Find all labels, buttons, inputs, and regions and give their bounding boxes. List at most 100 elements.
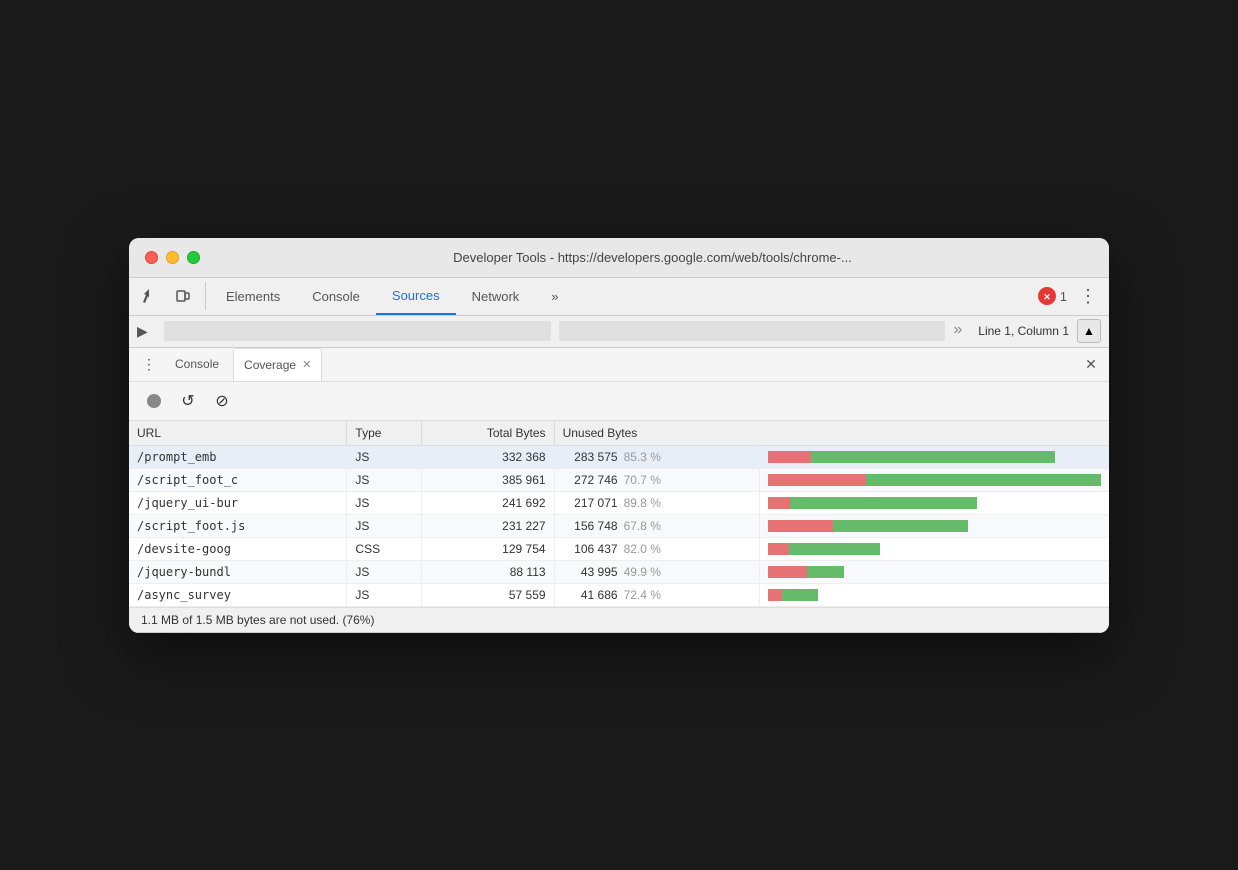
unused-bytes: 283 575 bbox=[563, 450, 618, 464]
unused-pct: 82.0 % bbox=[624, 542, 664, 556]
cell-type: JS bbox=[347, 514, 422, 537]
unused-bytes: 156 748 bbox=[563, 519, 618, 533]
unused-bytes: 106 437 bbox=[563, 542, 618, 556]
secondary-toolbar: ▶ » Line 1, Column 1 ▲ bbox=[129, 316, 1109, 348]
unused-pct: 89.8 % bbox=[624, 496, 664, 510]
coverage-table: URL Type Total Bytes Unused Bytes /promp… bbox=[129, 421, 1109, 607]
inspect-icon[interactable] bbox=[137, 282, 165, 310]
close-button[interactable] bbox=[145, 251, 158, 264]
cell-url: /async_survey bbox=[129, 583, 347, 606]
coverage-tab-close-icon[interactable]: ✕ bbox=[302, 358, 311, 371]
cell-type: JS bbox=[347, 468, 422, 491]
cell-total: 332 368 bbox=[422, 445, 554, 468]
cell-type: JS bbox=[347, 445, 422, 468]
tab-sources[interactable]: Sources bbox=[376, 278, 456, 315]
cell-total: 241 692 bbox=[422, 491, 554, 514]
format-icon[interactable]: ▲ bbox=[1077, 319, 1101, 343]
col-type: Type bbox=[347, 421, 422, 446]
panel-drawer: ⋮ Console Coverage ✕ ✕ ↺ ⊘ URL Type bbox=[129, 348, 1109, 633]
unused-pct: 67.8 % bbox=[624, 519, 664, 533]
title-bar: Developer Tools - https://developers.goo… bbox=[129, 238, 1109, 278]
cell-type: JS bbox=[347, 491, 422, 514]
unused-pct: 49.9 % bbox=[624, 565, 664, 579]
error-badge: ✕ bbox=[1038, 287, 1056, 305]
tab-elements[interactable]: Elements bbox=[210, 278, 296, 315]
minimize-button[interactable] bbox=[166, 251, 179, 264]
cell-bar bbox=[760, 468, 1109, 491]
cell-unused: 217 071 89.8 % bbox=[554, 491, 760, 514]
cell-unused: 106 437 82.0 % bbox=[554, 537, 760, 560]
cell-unused: 156 748 67.8 % bbox=[554, 514, 760, 537]
window-title: Developer Tools - https://developers.goo… bbox=[212, 250, 1093, 265]
col-url: URL bbox=[129, 421, 347, 446]
tab-console[interactable]: Console bbox=[296, 278, 376, 315]
secondary-more-icon[interactable]: » bbox=[953, 321, 962, 341]
table-row[interactable]: /script_foot.js JS 231 227 156 748 67.8 … bbox=[129, 514, 1109, 537]
cell-bar bbox=[760, 491, 1109, 514]
table-row[interactable]: /prompt_emb JS 332 368 283 575 85.3 % bbox=[129, 445, 1109, 468]
table-row[interactable]: /jquery-bundl JS 88 113 43 995 49.9 % bbox=[129, 560, 1109, 583]
unused-pct: 85.3 % bbox=[624, 450, 664, 464]
toolbar-right: ✕ 1 ⋮ bbox=[1038, 282, 1101, 311]
cell-unused: 43 995 49.9 % bbox=[554, 560, 760, 583]
cell-bar bbox=[760, 537, 1109, 560]
unused-bytes: 272 746 bbox=[563, 473, 618, 487]
coverage-table-body: /prompt_emb JS 332 368 283 575 85.3 % /s… bbox=[129, 445, 1109, 606]
cell-total: 57 559 bbox=[422, 583, 554, 606]
svg-text:✕: ✕ bbox=[1043, 292, 1051, 302]
cell-bar bbox=[760, 583, 1109, 606]
col-total: Total Bytes bbox=[422, 421, 554, 446]
reload-button[interactable]: ↺ bbox=[175, 388, 201, 414]
drawer-tabs: ⋮ Console Coverage ✕ ✕ bbox=[129, 348, 1109, 382]
cell-unused: 41 686 72.4 % bbox=[554, 583, 760, 606]
cell-url: /prompt_emb bbox=[129, 445, 347, 468]
traffic-lights bbox=[145, 251, 200, 264]
cell-bar bbox=[760, 514, 1109, 537]
coverage-toolbar: ↺ ⊘ bbox=[129, 382, 1109, 421]
col-unused: Unused Bytes bbox=[554, 421, 1109, 446]
tab-more[interactable]: » bbox=[535, 278, 574, 315]
unused-pct: 72.4 % bbox=[624, 588, 664, 602]
cell-type: CSS bbox=[347, 537, 422, 560]
error-count: 1 bbox=[1060, 289, 1067, 304]
main-tabs: Elements Console Sources Network » bbox=[210, 278, 1038, 315]
panel-toggle-icon[interactable]: ▶ bbox=[137, 323, 148, 340]
cell-url: /jquery-bundl bbox=[129, 560, 347, 583]
unused-pct: 70.7 % bbox=[624, 473, 664, 487]
cell-url: /script_foot_c bbox=[129, 468, 347, 491]
status-bar: 1.1 MB of 1.5 MB bytes are not used. (76… bbox=[129, 607, 1109, 632]
drawer-menu-icon[interactable]: ⋮ bbox=[137, 352, 161, 376]
maximize-button[interactable] bbox=[187, 251, 200, 264]
table-row[interactable]: /async_survey JS 57 559 41 686 72.4 % bbox=[129, 583, 1109, 606]
drawer-close-icon[interactable]: ✕ bbox=[1081, 354, 1101, 374]
unused-bytes: 217 071 bbox=[563, 496, 618, 510]
cell-url: /devsite-goog bbox=[129, 537, 347, 560]
cell-total: 385 961 bbox=[422, 468, 554, 491]
table-row[interactable]: /jquery_ui-bur JS 241 692 217 071 89.8 % bbox=[129, 491, 1109, 514]
clear-button[interactable]: ⊘ bbox=[209, 388, 235, 414]
overflow-menu-icon[interactable]: ⋮ bbox=[1075, 282, 1101, 311]
table-header: URL Type Total Bytes Unused Bytes bbox=[129, 421, 1109, 446]
cursor-position: Line 1, Column 1 bbox=[978, 324, 1069, 338]
cell-type: JS bbox=[347, 560, 422, 583]
cell-unused: 272 746 70.7 % bbox=[554, 468, 760, 491]
drawer-tab-coverage[interactable]: Coverage ✕ bbox=[233, 348, 322, 381]
cell-total: 129 754 bbox=[422, 537, 554, 560]
error-count-row: ✕ 1 bbox=[1038, 287, 1067, 305]
cell-bar bbox=[760, 445, 1109, 468]
table-row[interactable]: /devsite-goog CSS 129 754 106 437 82.0 % bbox=[129, 537, 1109, 560]
device-toolbar-icon[interactable] bbox=[169, 282, 197, 310]
cell-url: /script_foot.js bbox=[129, 514, 347, 537]
devtools-window: Developer Tools - https://developers.goo… bbox=[129, 238, 1109, 633]
tab-network[interactable]: Network bbox=[456, 278, 536, 315]
unused-bytes: 43 995 bbox=[563, 565, 618, 579]
drawer-tab-console[interactable]: Console bbox=[165, 348, 229, 381]
table-row[interactable]: /script_foot_c JS 385 961 272 746 70.7 % bbox=[129, 468, 1109, 491]
status-text: 1.1 MB of 1.5 MB bytes are not used. (76… bbox=[141, 613, 374, 627]
record-button[interactable] bbox=[141, 388, 167, 414]
devtools-toolbar: Elements Console Sources Network » ✕ bbox=[129, 278, 1109, 316]
cell-total: 231 227 bbox=[422, 514, 554, 537]
cell-bar bbox=[760, 560, 1109, 583]
cell-unused: 283 575 85.3 % bbox=[554, 445, 760, 468]
cell-url: /jquery_ui-bur bbox=[129, 491, 347, 514]
